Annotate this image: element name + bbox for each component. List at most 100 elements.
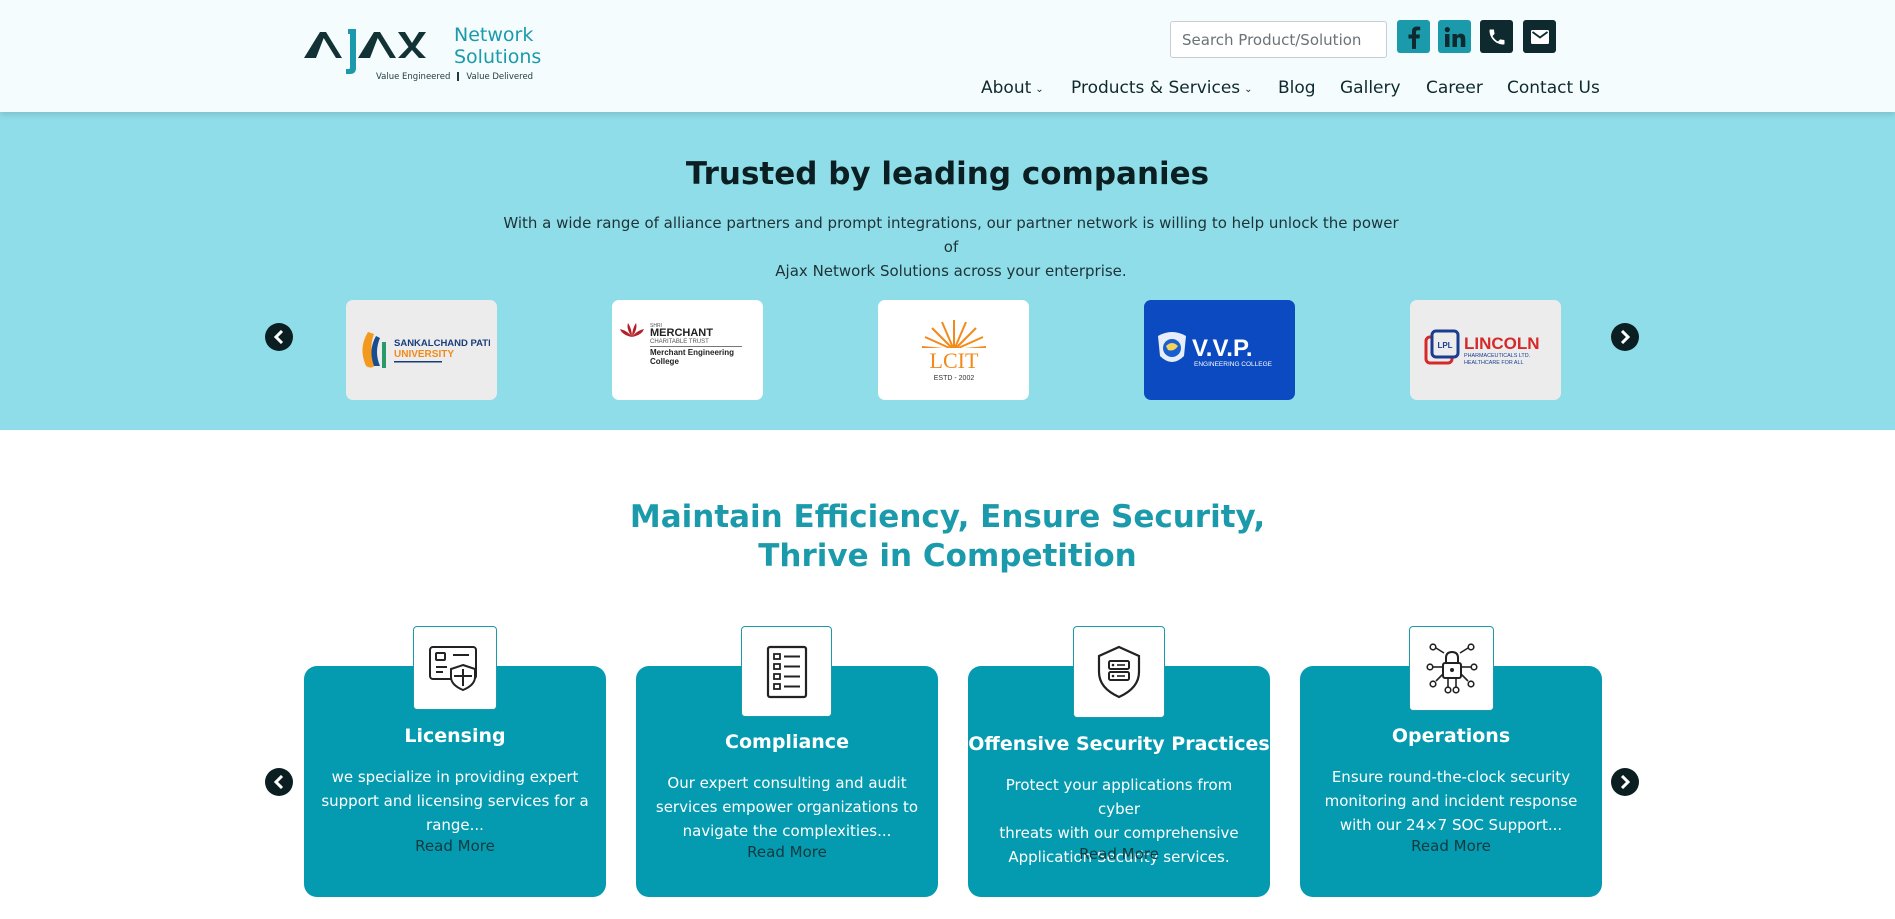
card-desc-line: threats with our comprehensive <box>999 824 1239 842</box>
trusted-section: Trusted by leading companies With a wide… <box>0 112 1895 430</box>
service-card-operations[interactable]: Operations Ensure round-the-clock securi… <box>1300 626 1602 897</box>
partner-2-line3: Merchant Engineering <box>650 348 734 357</box>
linkedin-icon <box>1444 26 1465 47</box>
card-title: Offensive Security Practices <box>968 733 1270 755</box>
partner-5-badge: LPL <box>1437 341 1452 350</box>
nav-gallery[interactable]: Gallery <box>1340 76 1401 100</box>
partner-3-line2: ESTD - 2002 <box>933 375 974 382</box>
partner-4-line2: ENGINEERING COLLEGE <box>1194 361 1273 368</box>
read-more-link[interactable]: Read More <box>636 843 938 861</box>
checklist-icon <box>766 645 807 698</box>
card-desc-line: services empower organizations to <box>655 798 919 816</box>
card-desc-line: Protect your applications from cyber <box>1005 776 1233 818</box>
logo-tagline-right: Value Delivered <box>466 72 534 82</box>
chevron-right-icon <box>1620 330 1631 344</box>
partner-5-line2: PHARMACEUTICALS LTD. <box>1464 353 1530 359</box>
mail-icon <box>1530 29 1549 44</box>
nav-contact-us[interactable]: Contact Us <box>1507 76 1600 100</box>
card-title: Compliance <box>725 731 849 753</box>
card-desc-line: with our 24×7 SOC Support... <box>1339 816 1563 834</box>
logo-tagline: Value Engineered Value Delivered <box>376 72 533 82</box>
services-title: Maintain Efficiency, Ensure Security, Th… <box>0 498 1895 576</box>
nav-products-services[interactable]: Products & Services ⌄ <box>1071 76 1253 100</box>
card-icon-box <box>741 626 832 717</box>
trusted-description-line1: With a wide range of alliance partners a… <box>503 214 1399 256</box>
partner-5-line1: LINCOLN <box>1464 334 1540 353</box>
ajax-logo[interactable]: Network Solutions Value Engineered Value … <box>302 22 541 86</box>
lincoln-emblem: LPL LINCOLN PHARMACEUTICALS LTD. HEALTHC… <box>1424 329 1540 366</box>
service-card-compliance[interactable]: Compliance Our expert consulting and aud… <box>636 626 938 897</box>
partner-1-line2: UNIVERSITY <box>394 349 454 360</box>
card-desc-line: range... <box>426 816 484 834</box>
nav-products-label: Products & Services <box>1071 78 1241 98</box>
lcit-emblem: LCIT ESTD - 2002 <box>918 320 989 382</box>
card-icon-box <box>413 626 497 710</box>
card-title: Licensing <box>404 725 506 747</box>
service-card-licensing[interactable]: Licensing we specialize in providing exp… <box>304 626 606 897</box>
partner-2-line2: CHARITABLE TRUST <box>650 339 709 345</box>
logo-name-line1: Network <box>454 24 534 46</box>
partner-logo-lcit[interactable]: LCIT ESTD - 2002 <box>878 300 1029 400</box>
partner-2-line4: College <box>650 357 679 366</box>
partner-2-line1: MERCHANT <box>650 327 713 339</box>
partner-1-line1: SANKALCHAND PATEL <box>394 338 490 349</box>
card-description: we specialize in providing expert suppor… <box>320 765 590 837</box>
partner-logo-lincoln[interactable]: LPL LINCOLN PHARMACEUTICALS LTD. HEALTHC… <box>1410 300 1561 400</box>
nav-about[interactable]: About ⌄ <box>981 76 1044 100</box>
services-prev-button[interactable] <box>265 768 293 796</box>
service-card-offensive-security[interactable]: Offensive Security Practices Protect you… <box>968 626 1270 897</box>
card-desc-line: Our expert consulting and audit <box>667 774 907 792</box>
partner-3-line1: LCIT <box>929 348 978 373</box>
partner-4-line1: V.V.P. <box>1192 335 1253 362</box>
logo-tagline-left: Value Engineered <box>376 72 451 82</box>
partners-prev-button[interactable] <box>265 323 293 351</box>
nav-career[interactable]: Career <box>1426 76 1483 100</box>
services-next-button[interactable] <box>1611 768 1639 796</box>
linkedin-button[interactable] <box>1438 20 1471 53</box>
facebook-icon <box>1408 26 1420 49</box>
card-shield-icon <box>429 646 477 692</box>
mail-button[interactable] <box>1523 20 1556 53</box>
read-more-link[interactable]: Read More <box>1300 837 1602 855</box>
trusted-description: With a wide range of alliance partners a… <box>500 211 1402 283</box>
services-title-line1: Maintain Efficiency, Ensure Security, <box>629 499 1266 535</box>
phone-icon <box>1489 29 1504 44</box>
card-desc-line: Ensure round-the-clock security <box>1331 768 1571 786</box>
chevron-left-icon <box>273 775 284 789</box>
nav-about-label: About <box>981 78 1032 98</box>
chevron-down-icon: ⌄ <box>1244 83 1253 95</box>
trusted-description-line2: Ajax Network Solutions across your enter… <box>775 262 1127 280</box>
nav-blog[interactable]: Blog <box>1278 76 1316 100</box>
read-more-link[interactable]: Read More <box>304 837 606 855</box>
shield-server-icon <box>1097 645 1141 699</box>
card-desc-line: monitoring and incident response <box>1324 792 1578 810</box>
sankalchand-emblem: SANKALCHAND PATEL UNIVERSITY <box>361 332 490 368</box>
card-desc-line: navigate the complexities... <box>682 822 892 840</box>
facebook-button[interactable] <box>1397 20 1430 53</box>
partner-logo-sankalchand[interactable]: SANKALCHAND PATEL UNIVERSITY <box>346 300 497 400</box>
search-input[interactable] <box>1170 21 1387 58</box>
phone-button[interactable] <box>1480 20 1513 53</box>
tagline-divider <box>457 72 460 81</box>
merchant-emblem: SHRI MERCHANT CHARITABLE TRUST Merchant … <box>619 323 742 366</box>
site-header: Network Solutions Value Engineered Value … <box>0 0 1895 112</box>
trusted-title: Trusted by leading companies <box>685 156 1210 192</box>
chevron-down-icon: ⌄ <box>1035 83 1044 95</box>
partner-logo-vvp[interactable]: V.V.P. ENGINEERING COLLEGE <box>1144 300 1295 400</box>
partner-5-line3: HEALTHCARE FOR ALL <box>1464 360 1524 366</box>
partner-logo-merchant[interactable]: SHRI MERCHANT CHARITABLE TRUST Merchant … <box>612 300 763 400</box>
chevron-left-icon <box>273 330 284 344</box>
read-more-link[interactable]: Read More <box>968 845 1270 863</box>
card-desc-line: support and licensing services for a <box>321 792 589 810</box>
card-icon-box <box>1409 626 1494 711</box>
logo-name-line2: Solutions <box>454 46 542 68</box>
card-description: Ensure round-the-clock security monitori… <box>1316 765 1586 837</box>
card-description: Our expert consulting and audit services… <box>652 771 922 843</box>
card-desc-line: we specialize in providing expert <box>331 768 579 786</box>
services-title-line2: Thrive in Competition <box>758 538 1137 574</box>
card-title: Operations <box>1391 725 1511 747</box>
partners-next-button[interactable] <box>1611 323 1639 351</box>
vvp-emblem: V.V.P. ENGINEERING COLLEGE <box>1157 332 1273 368</box>
card-icon-box <box>1073 626 1165 718</box>
network-lock-icon <box>1425 642 1478 694</box>
